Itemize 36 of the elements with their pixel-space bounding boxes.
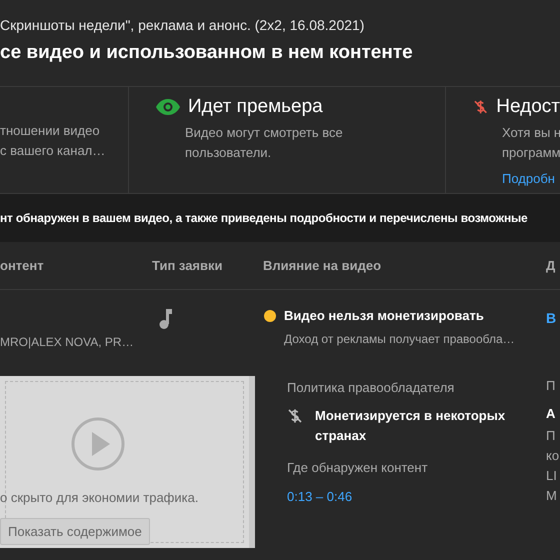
details-text: П [546,427,556,445]
details-text: П [546,377,556,395]
status-title: Идет премьера [188,94,323,119]
eye-icon [156,99,180,115]
action-link[interactable]: В [546,310,556,326]
details-text: М [546,487,558,505]
crossed-dollar-icon [287,408,303,424]
learn-more-link[interactable]: Подробн [502,171,555,186]
show-content-button[interactable]: Показать содержимое [0,518,150,545]
column-header: онтент [0,256,45,275]
impact-title: Видео нельзя монетизировать [284,307,484,325]
status-description: Видео могут смотреть все [185,124,344,142]
column-header: Тип заявки [152,256,224,275]
details-text: ко [546,447,560,465]
column-header: Д [546,256,556,275]
location-label: Где обнаружен контент [287,458,429,477]
policy-label: Политика правообладателя [287,379,456,397]
policy-value: Монетизируется в некоторых странах [315,406,506,445]
page-heading: се видео и использованном в нем контенте [0,41,414,65]
music-note-icon [158,309,172,329]
hidden-message: о скрыто для экономии трафика. [0,489,200,507]
video-subtitle: Скриншоты недели", реклама и анонс. (2x2, 16.08.2021) [0,16,366,34]
status-description: программ [502,144,560,162]
impact-description: Доход от рекламы получает правообла… [283,330,516,348]
content-title: MRO|ALEX NOVA, PR… [0,335,134,349]
notice-text: нт обнаружен в вашем видео, а также приведены подробности и перечислены возможные [0,210,528,227]
status-description: пользователи. [185,144,272,162]
time-range-link[interactable]: 0:13 – 0:46 [287,487,546,506]
column-header: Влияние на видео [263,256,382,275]
status-description: Хотя вы н [502,124,560,142]
status-description: с вашего канал… [0,142,106,160]
status-title: Недост [496,94,560,119]
status-description: тношении видео [0,122,101,140]
play-icon [70,416,126,472]
details-text: LI [546,467,558,485]
details-text: A [546,405,556,423]
